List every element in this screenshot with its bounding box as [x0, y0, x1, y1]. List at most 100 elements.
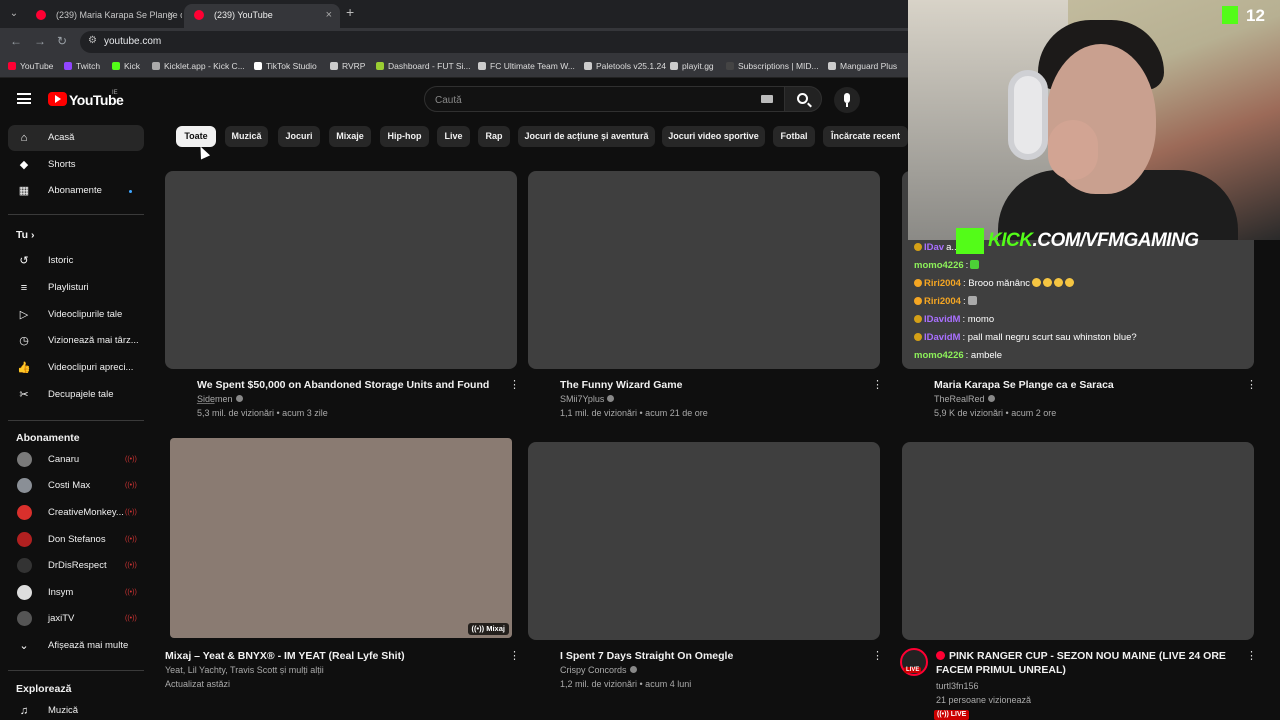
country-code: IE: [112, 90, 118, 96]
bookmark-item[interactable]: Kicklet.app - Kick C...: [152, 61, 245, 71]
sidebar-you-heading[interactable]: Tu ›: [16, 229, 34, 241]
bookmark-item[interactable]: Paletools v25.1.24: [584, 61, 666, 71]
bookmark-item[interactable]: FC Ultimate Team W...: [478, 61, 575, 71]
video-title[interactable]: The Funny Wizard Game: [560, 378, 870, 392]
sidebar-item-liked-videos[interactable]: 👍 Videoclipuri apreci...: [8, 355, 144, 381]
youtube-logo-icon[interactable]: [48, 92, 67, 106]
reload-icon[interactable]: ↻: [57, 34, 67, 48]
sidebar-item-home[interactable]: ⌂ Acasă: [8, 125, 144, 151]
video-title[interactable]: Mixaj – Yeat & BNYX® - IM YEAT (Real Lyf…: [165, 649, 475, 663]
sidebar-item-subscriptions[interactable]: ▦ Abonamente: [8, 178, 144, 204]
sidebar-item-channel[interactable]: jaxiTV ((•)): [8, 606, 144, 632]
menu-icon[interactable]: [17, 93, 31, 104]
youtube-favicon-icon: [36, 10, 46, 20]
sidebar-item-clips[interactable]: ✂ Decupajele tale: [8, 382, 144, 408]
browser-tab-2[interactable]: (239) YouTube ×: [184, 4, 340, 28]
bookmark-item[interactable]: RVRP: [330, 61, 365, 71]
sidebar-item-history[interactable]: ↺ Istoric: [8, 248, 144, 274]
video-more-options-icon[interactable]: ⋮: [872, 380, 883, 391]
bookmark-favicon-icon: [8, 62, 16, 70]
video-thumbnail[interactable]: ((•)) Mixaj: [170, 438, 512, 638]
show-more-button[interactable]: ⌄ Afișează mai multe: [8, 633, 144, 659]
search-button[interactable]: [784, 86, 822, 112]
filter-chip[interactable]: Rap: [478, 126, 510, 147]
filter-chip[interactable]: Toate: [176, 126, 216, 147]
channel-avatar: [17, 611, 32, 626]
video-title[interactable]: We Spent $50,000 on Abandoned Storage Un…: [197, 378, 507, 406]
forward-icon[interactable]: →: [34, 34, 46, 48]
filter-chip[interactable]: Hip-hop: [380, 126, 429, 147]
video-thumbnail[interactable]: [528, 442, 880, 640]
sidebar-item-label: Acasă: [48, 132, 75, 143]
bookmark-item[interactable]: playit.gg: [670, 61, 714, 71]
sidebar-item-shorts[interactable]: ◆ Shorts: [8, 152, 144, 178]
sidebar-item-your-videos[interactable]: ▷ Videoclipurile tale: [8, 302, 144, 328]
filter-chip[interactable]: Încărcate recent: [823, 126, 908, 147]
filter-chip[interactable]: Fotbal: [773, 126, 815, 147]
filter-chip[interactable]: Live: [437, 126, 470, 147]
filter-chip[interactable]: Jocuri video sportive: [662, 126, 765, 147]
channel-name[interactable]: Crispy Concords: [560, 665, 637, 675]
keyboard-icon[interactable]: [761, 95, 773, 103]
close-tab-icon[interactable]: ×: [326, 4, 332, 26]
sidebar-item-watch-later[interactable]: ◷ Vizionează mai târz...: [8, 328, 144, 354]
site-info-icon[interactable]: ⚙: [88, 35, 97, 46]
new-tab-button[interactable]: +: [346, 4, 354, 20]
channel-name[interactable]: turtl3fn156: [936, 681, 979, 691]
bookmark-item[interactable]: Dashboard - FUT Si...: [376, 61, 471, 71]
video-title[interactable]: Maria Karapa Se Plange ca e Saraca: [934, 378, 1244, 392]
browser-tab-1[interactable]: (239) Maria Karapa Se Plange ca e Saraca…: [26, 4, 182, 28]
bookmark-favicon-icon: [112, 62, 120, 70]
filter-chip[interactable]: Jocuri de acțiune și aventură: [518, 126, 655, 147]
sidebar-item-label: Videoclipurile tale: [48, 309, 123, 320]
sidebar-item-channel[interactable]: Costi Max ((•)): [8, 473, 144, 499]
bookmark-item[interactable]: TikTok Studio: [254, 61, 317, 71]
channel-name[interactable]: Yeat, Lil Yachty, Travis Scott și mulți …: [165, 665, 324, 675]
sidebar-item-playlists[interactable]: ≡ Playlisturi: [8, 275, 144, 301]
sidebar-item-channel[interactable]: DrDisRespect ((•)): [8, 553, 144, 579]
tab-search-icon[interactable]: ⌄: [6, 6, 22, 22]
sidebar-item-channel[interactable]: Don Stefanos ((•)): [8, 527, 144, 553]
back-icon[interactable]: ←: [10, 34, 22, 48]
bookmark-item[interactable]: Manguard Plus: [828, 61, 897, 71]
video-thumbnail[interactable]: [528, 171, 880, 369]
video-title[interactable]: PINK RANGER CUP - SEZON NOU MAINE (LIVE …: [936, 649, 1226, 677]
webcam-overlay: [908, 0, 1280, 240]
live-channel-avatar[interactable]: LIVE: [900, 648, 928, 676]
chat-username: momo4226: [914, 350, 964, 361]
video-thumbnail[interactable]: [902, 442, 1254, 640]
video-more-options-icon[interactable]: ⋮: [1246, 651, 1257, 662]
sidebar-item-channel[interactable]: Canaru ((•)): [8, 447, 144, 473]
filter-chip[interactable]: Muzică: [225, 126, 268, 147]
sidebar-item-channel[interactable]: Insym ((•)): [8, 580, 144, 606]
bookmark-item[interactable]: YouTube: [8, 61, 53, 71]
voice-search-button[interactable]: [834, 87, 860, 113]
channel-name[interactable]: SMii7Yplus: [560, 394, 615, 404]
search-box[interactable]: [424, 86, 786, 112]
sidebar-item-channel[interactable]: CreativeMonkey... ((•)): [8, 500, 144, 526]
video-more-options-icon[interactable]: ⋮: [509, 651, 520, 662]
filter-chip[interactable]: Jocuri: [278, 126, 320, 147]
bookmark-item[interactable]: Subscriptions | MID...: [726, 61, 819, 71]
channel-name[interactable]: Sidemen: [197, 394, 243, 404]
close-tab-icon[interactable]: ×: [168, 4, 174, 26]
bookmark-item[interactable]: Kick: [112, 61, 140, 71]
chevron-down-icon: ⌄: [19, 640, 29, 652]
video-title[interactable]: I Spent 7 Days Straight On Omegle: [560, 649, 870, 663]
subscriptions-icon: ▦: [18, 185, 30, 197]
channel-name[interactable]: TheRealRed: [934, 394, 995, 404]
sidebar-item-music[interactable]: ♫ Muzică: [8, 698, 144, 720]
bookmark-item[interactable]: Twitch: [64, 61, 100, 71]
address-bar[interactable]: ⚙ youtube.com: [80, 31, 920, 53]
video-more-options-icon[interactable]: ⋮: [509, 380, 520, 391]
filter-chip[interactable]: Mixaje: [329, 126, 371, 147]
emote-icon: [967, 296, 977, 305]
search-input[interactable]: [435, 92, 735, 108]
sidebar-explore-heading: Explorează: [16, 683, 72, 695]
video-thumbnail[interactable]: [165, 171, 517, 369]
bookmark-favicon-icon: [726, 62, 734, 70]
address-url: youtube.com: [104, 36, 162, 47]
video-more-options-icon[interactable]: ⋮: [1246, 380, 1257, 391]
video-more-options-icon[interactable]: ⋮: [872, 651, 883, 662]
live-dot-icon: [936, 651, 945, 660]
